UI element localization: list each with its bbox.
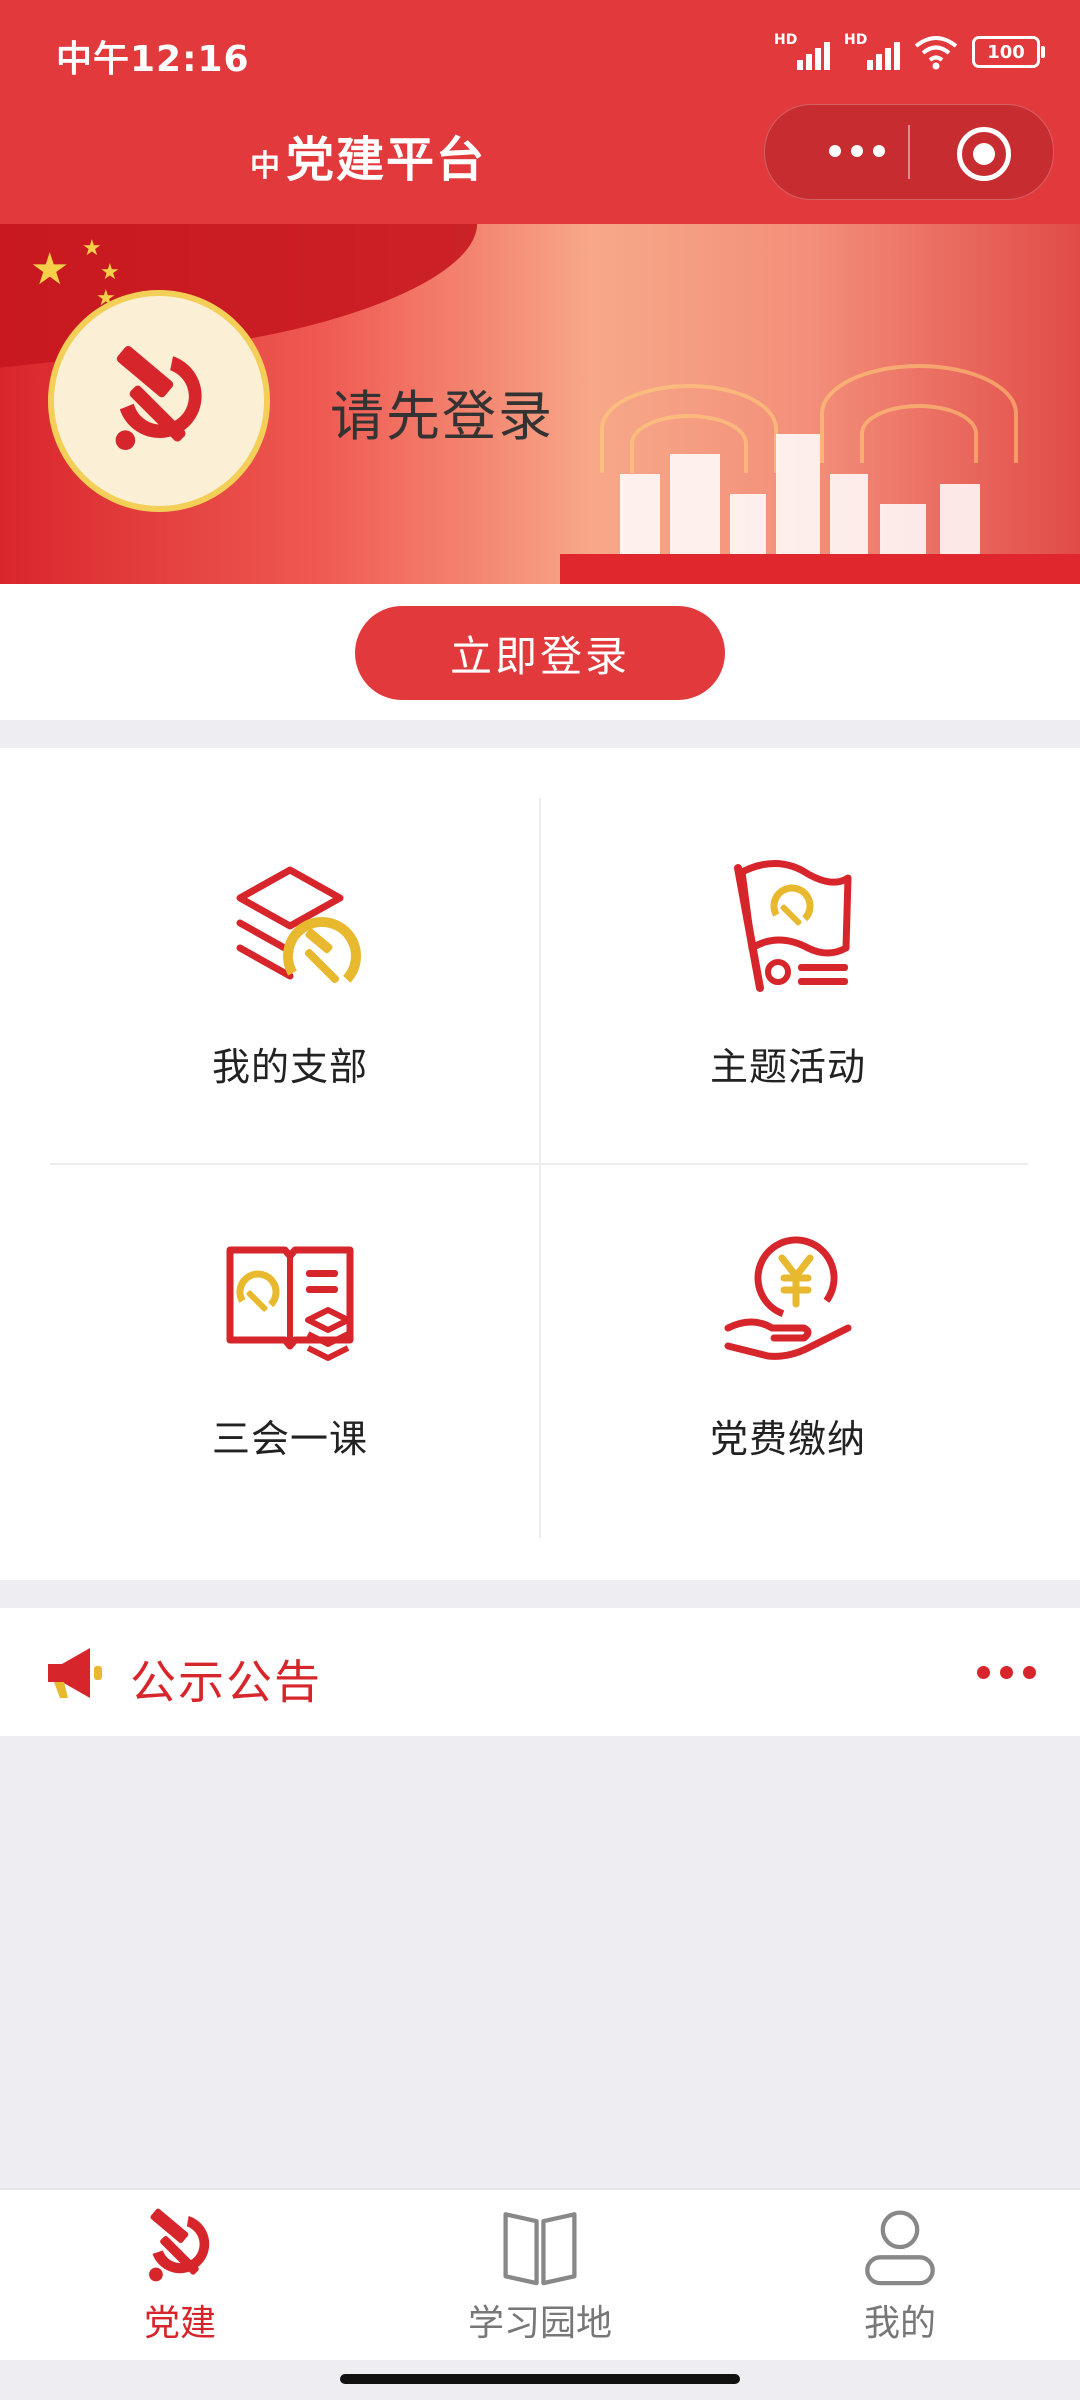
grid-item-three-meetings[interactable]: 三会一课 — [90, 1220, 490, 1520]
login-section: 立即登录 — [0, 584, 1080, 720]
grid-item-party-dues[interactable]: 党费缴纳 — [588, 1220, 988, 1520]
bottom-tab-bar: 党建 学习园地 我的 — [0, 2188, 1080, 2360]
user-icon — [865, 2210, 935, 2286]
grid-item-label: 三会一课 — [211, 1417, 368, 1461]
grid-item-label: 我的支部 — [211, 1045, 368, 1089]
grid-divider — [539, 798, 541, 1538]
book-icon — [226, 1246, 354, 1361]
hd-label: HD — [844, 32, 868, 48]
grid-item-my-branch[interactable]: 我的支部 — [90, 848, 490, 1148]
hd-label: HD — [774, 32, 798, 48]
party-emblem-icon — [149, 2208, 210, 2282]
flag-icon — [734, 860, 852, 992]
profile-banner: ★ ★ ★ ★ 请先登录 — [0, 224, 1080, 584]
notice-more-button[interactable] — [977, 1666, 1036, 1679]
notice-title: 公示公告 — [130, 1655, 322, 1709]
tab-study-garden[interactable]: 学习园地 — [430, 2204, 650, 2346]
tab-party-building[interactable]: 党建 — [70, 2204, 290, 2346]
login-button[interactable]: 立即登录 — [355, 606, 725, 700]
branch-icon — [236, 866, 361, 995]
stars-decoration: ★ ★ ★ ★ — [30, 236, 120, 311]
status-time: 中午12:16 — [56, 39, 250, 80]
notice-header: 公示公告 — [0, 1608, 1080, 1736]
top-bar: 中午12:16 HD HD 100 中党建平台 — [0, 0, 1080, 224]
home-indicator[interactable] — [340, 2374, 740, 2384]
mini-program-capsule — [764, 104, 1054, 200]
signal-icon: HD — [844, 32, 900, 72]
tab-mine[interactable]: 我的 — [790, 2204, 1010, 2346]
status-icons: HD HD 100 — [774, 30, 1045, 74]
signal-icon: HD — [774, 32, 830, 72]
title-prefix: 中 — [250, 149, 282, 184]
avatar[interactable] — [48, 290, 270, 512]
battery-level: 100 — [987, 41, 1025, 63]
open-book-icon — [503, 2212, 577, 2286]
grid-item-theme-activity[interactable]: 主题活动 — [588, 848, 988, 1148]
party-emblem-icon — [115, 346, 202, 450]
capsule-divider — [908, 125, 910, 179]
tab-label: 我的 — [863, 2303, 936, 2344]
battery-icon: 100 — [972, 36, 1045, 68]
grid-item-label: 党费缴纳 — [709, 1417, 866, 1461]
grid-divider — [50, 1163, 1028, 1165]
megaphone-icon — [48, 1648, 102, 1698]
more-options-button[interactable] — [809, 131, 905, 171]
close-target-button[interactable] — [957, 127, 1011, 181]
tab-label: 党建 — [143, 2303, 216, 2344]
yuan-hand-icon — [724, 1236, 852, 1360]
feature-grid: 我的支部 主题活动 三会一课 党费缴纳 — [0, 748, 1080, 1580]
page-title: 中党建平台 — [250, 120, 486, 190]
login-prompt[interactable]: 请先登录 — [330, 372, 554, 451]
grid-item-label: 主题活动 — [709, 1045, 866, 1089]
title-text: 党建平台 — [286, 132, 487, 188]
tab-label: 学习园地 — [467, 2303, 612, 2344]
wifi-icon — [914, 36, 958, 70]
